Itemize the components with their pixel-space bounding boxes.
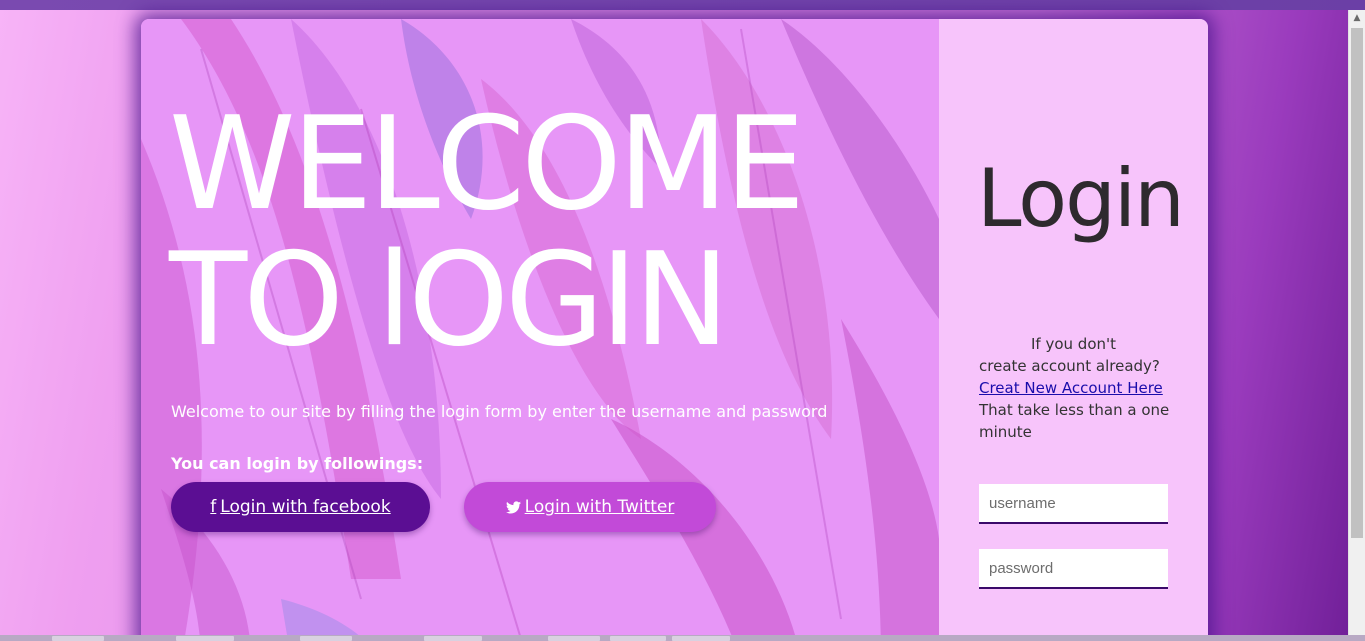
welcome-description: Welcome to our site by filling the login… [171,402,828,421]
vertical-scrollbar[interactable]: ▲ [1348,10,1365,635]
login-title: Login [977,152,1185,245]
login-panel: Login If you don't create account alread… [939,19,1208,641]
login-options-label: You can login by followings: [171,454,424,473]
username-input[interactable] [979,484,1168,524]
welcome-heading: WELCOME TO lOGIN [169,90,805,375]
facebook-button-label: Login with facebook [220,497,391,517]
scrollbar-thumb[interactable] [1351,28,1363,538]
password-input[interactable] [979,549,1168,589]
scroll-up-arrow-icon[interactable]: ▲ [1349,10,1365,27]
login-card: WELCOME TO lOGIN Welcome to our site by … [141,19,1208,641]
create-account-prompt: If you don't create account already? Cre… [979,333,1179,443]
facebook-icon: f [210,497,217,517]
login-with-twitter-button[interactable]: Login with Twitter [464,482,716,532]
login-with-facebook-button[interactable]: f Login with facebook [171,482,430,532]
account-prompt-line1: If you don't [1031,335,1117,353]
account-prompt-line2: create account already? [979,357,1160,375]
taskbar-strip [0,635,1365,641]
twitter-button-label: Login with Twitter [524,497,675,517]
browser-top-strip [0,0,1365,10]
twitter-icon [505,500,521,513]
create-account-link[interactable]: Creat New Account Here [979,379,1163,397]
welcome-panel: WELCOME TO lOGIN Welcome to our site by … [141,19,939,641]
account-prompt-line3: That take less than a one minute [979,401,1170,441]
